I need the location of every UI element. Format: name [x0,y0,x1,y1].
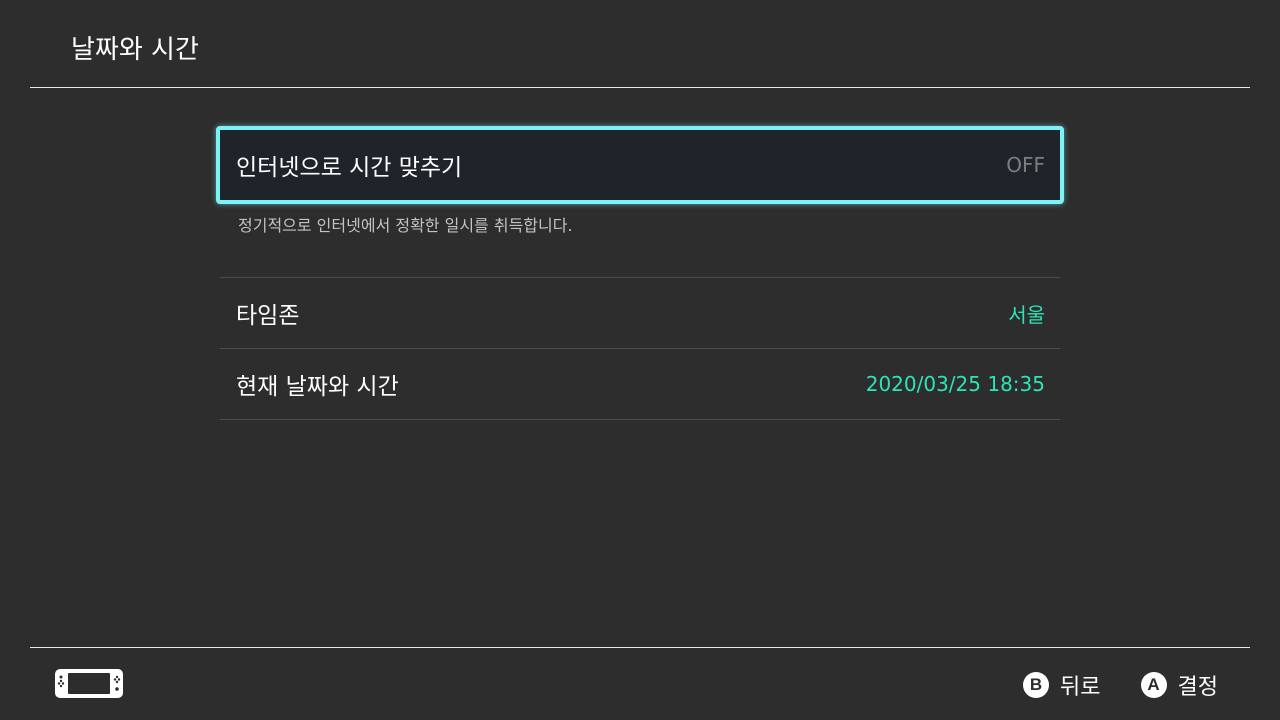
a-button-icon: A [1140,672,1167,698]
footer-divider [30,647,1250,648]
internet-time-sync-value: OFF [1006,153,1045,177]
confirm-label: 결정 [1177,675,1218,700]
time-zone-label: 타임존 [236,303,300,329]
confirm-action[interactable]: A 결정 [1140,669,1218,701]
date-time-settings-screen: 날짜와 시간 인터넷으로 시간 맞추기 OFF 정기적으로 인터넷에서 정확한 … [0,0,1280,720]
internet-time-sync-description: 정기적으로 인터넷에서 정확한 일시를 취득합니다. [238,216,573,235]
back-action[interactable]: B 뒤로 [1023,669,1101,701]
back-label: 뒤로 [1060,675,1101,700]
current-date-time-setting[interactable]: 현재 날짜와 시간 2020/03/25 18:35 [220,349,1060,420]
settings-list: 타임존 서울 현재 날짜와 시간 2020/03/25 18:35 [220,277,1060,420]
time-zone-value: 서울 [1008,302,1045,327]
header-divider [30,87,1250,88]
b-button-icon: B [1023,672,1050,698]
handheld-console-icon [55,669,123,698]
internet-time-sync-label: 인터넷으로 시간 맞추기 [236,155,463,181]
time-zone-setting[interactable]: 타임존 서울 [220,278,1060,349]
current-date-time-label: 현재 날짜와 시간 [236,374,399,400]
page-title: 날짜와 시간 [71,35,199,65]
footer-actions: B 뒤로 A 결정 [1023,668,1218,702]
internet-time-sync-setting[interactable]: 인터넷으로 시간 맞추기 OFF [216,126,1064,204]
current-date-time-value: 2020/03/25 18:35 [865,372,1045,396]
